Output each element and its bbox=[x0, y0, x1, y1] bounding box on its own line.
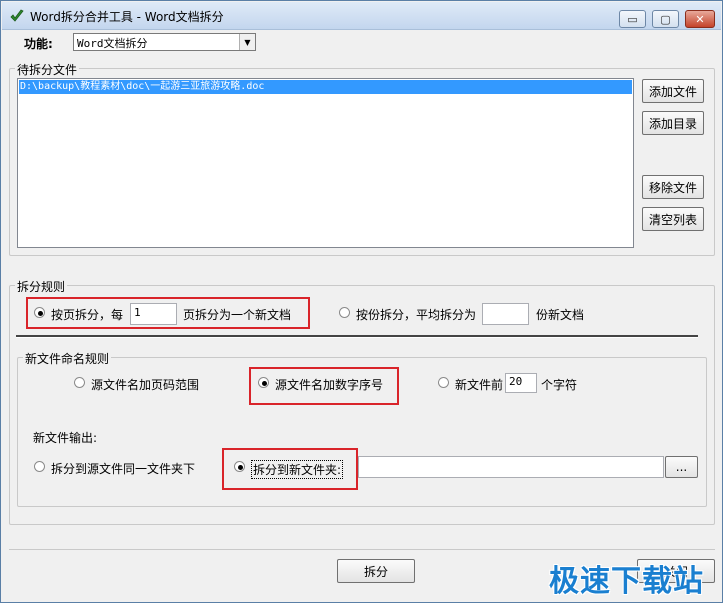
split-by-page-label: 按页拆分，每 bbox=[51, 308, 124, 322]
naming-group-title: 新文件命名规则 bbox=[23, 350, 112, 367]
output-label: 新文件输出: bbox=[33, 431, 98, 445]
split-count-input[interactable] bbox=[482, 303, 529, 325]
naming-prefix-radio[interactable] bbox=[438, 377, 449, 388]
browse-button[interactable]: ... bbox=[665, 456, 698, 478]
add-file-button[interactable]: 添加文件 bbox=[642, 79, 704, 103]
output-folder-input[interactable] bbox=[358, 456, 664, 478]
list-item[interactable]: D:\backup\教程素材\doc\一起游三亚旅游攻略.doc bbox=[19, 80, 632, 94]
split-by-count-suffix: 份新文档 bbox=[536, 308, 585, 322]
clear-list-button[interactable]: 清空列表 bbox=[642, 207, 704, 231]
split-by-count-label: 按份拆分，平均拆分为 bbox=[356, 308, 477, 322]
split-by-count-radio[interactable] bbox=[339, 307, 350, 318]
divider bbox=[9, 549, 715, 550]
split-button[interactable]: 拆分 bbox=[337, 559, 415, 583]
window-title: Word拆分合并工具 - Word文档拆分 bbox=[30, 10, 224, 24]
naming-number-label: 源文件名加数字序号 bbox=[275, 378, 384, 392]
naming-page-range-label: 源文件名加页码范围 bbox=[91, 378, 200, 392]
title-bar[interactable]: Word拆分合并工具 - Word文档拆分 ▭ ▢ ✕ bbox=[2, 2, 721, 30]
function-select-value: Word文档拆分 bbox=[77, 37, 148, 50]
naming-number-radio[interactable] bbox=[258, 377, 269, 388]
chevron-down-icon[interactable]: ▼ bbox=[239, 34, 255, 50]
minimize-button[interactable]: ▭ bbox=[619, 10, 646, 28]
add-directory-button[interactable]: 添加目录 bbox=[642, 111, 704, 135]
close-window-button[interactable]: ✕ bbox=[685, 10, 715, 28]
maximize-button[interactable]: ▢ bbox=[652, 10, 679, 28]
file-list[interactable]: D:\backup\教程素材\doc\一起游三亚旅游攻略.doc bbox=[17, 78, 634, 248]
naming-prefix-suffix: 个字符 bbox=[541, 378, 578, 392]
pages-per-file-input[interactable]: 1 bbox=[130, 303, 177, 325]
output-same-folder-radio[interactable] bbox=[34, 461, 45, 472]
split-by-page-radio[interactable] bbox=[34, 307, 45, 318]
app-icon bbox=[10, 9, 24, 22]
app-window: Word拆分合并工具 - Word文档拆分 ▭ ▢ ✕ 功能: Word文档拆分… bbox=[0, 0, 723, 603]
function-label: 功能: bbox=[24, 37, 53, 51]
function-select[interactable]: Word文档拆分 ▼ bbox=[73, 33, 256, 51]
files-group-title: 待拆分文件 bbox=[15, 61, 80, 78]
watermark: 极速下载站 bbox=[549, 564, 704, 599]
close-icon: ✕ bbox=[695, 12, 705, 26]
rules-group-title: 拆分规则 bbox=[15, 278, 68, 295]
output-new-folder-radio[interactable] bbox=[234, 461, 245, 472]
naming-page-range-radio[interactable] bbox=[74, 377, 85, 388]
divider bbox=[16, 335, 698, 338]
output-same-folder-label: 拆分到源文件同一文件夹下 bbox=[51, 462, 196, 476]
output-new-folder-label: 拆分到新文件夹: bbox=[251, 460, 344, 479]
split-by-page-suffix: 页拆分为一个新文档 bbox=[183, 308, 292, 322]
naming-prefix-label: 新文件前 bbox=[455, 378, 504, 392]
prefix-chars-input[interactable]: 20 bbox=[505, 373, 537, 393]
remove-file-button[interactable]: 移除文件 bbox=[642, 175, 704, 199]
minimize-icon: ▭ bbox=[627, 12, 638, 26]
maximize-icon: ▢ bbox=[660, 12, 671, 26]
